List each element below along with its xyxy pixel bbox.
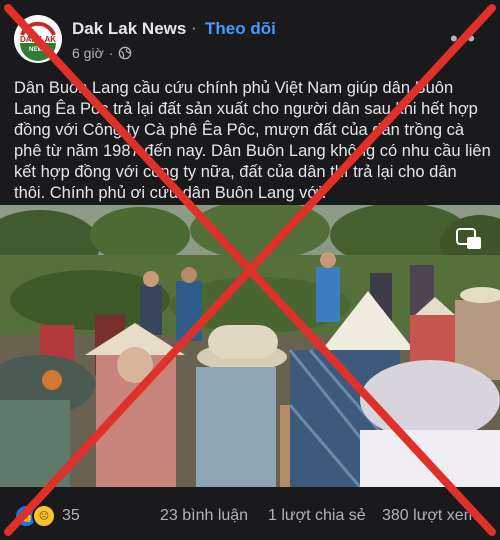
reactions-summary[interactable]: 👍 ☹ 35 — [14, 504, 80, 528]
post-photo[interactable] — [0, 205, 500, 487]
svg-text:DAK LAK: DAK LAK — [20, 35, 56, 44]
reaction-count: 35 — [62, 507, 80, 524]
sad-reaction-icon: ☹ — [32, 504, 56, 528]
news-logo-icon: DAK LAK NEWS — [15, 16, 61, 62]
more-options-icon[interactable]: ••• — [450, 28, 476, 50]
expand-photo-icon[interactable] — [456, 228, 482, 250]
globe-icon — [119, 46, 132, 60]
svg-text:NEWS: NEWS — [29, 47, 47, 53]
views-count[interactable]: 380 lượt xem — [382, 507, 477, 525]
comments-count[interactable]: 23 bình luận — [160, 507, 248, 525]
post-time[interactable]: 6 giờ — [72, 45, 104, 61]
post-footer: 👍 ☹ 35 23 bình luận 1 lượt chia sẻ 380 l… — [0, 497, 500, 533]
shares-count[interactable]: 1 lượt chia sẻ — [268, 507, 366, 525]
header-dot: · — [191, 18, 197, 37]
page-avatar[interactable]: DAK LAK NEWS — [14, 15, 62, 63]
follow-button[interactable]: Theo dõi — [205, 19, 276, 39]
meta-dot: · — [108, 45, 114, 61]
post-meta: 6 giờ · — [72, 45, 132, 61]
crowd-scene-illustration — [0, 205, 500, 487]
facebook-post: DAK LAK NEWS Dak Lak News · Theo dõi 6 g… — [0, 0, 500, 540]
post-text: Dân Buôn Lang cầu cứu chính phủ Việt Nam… — [14, 79, 491, 202]
page-name[interactable]: Dak Lak News — [72, 19, 186, 39]
